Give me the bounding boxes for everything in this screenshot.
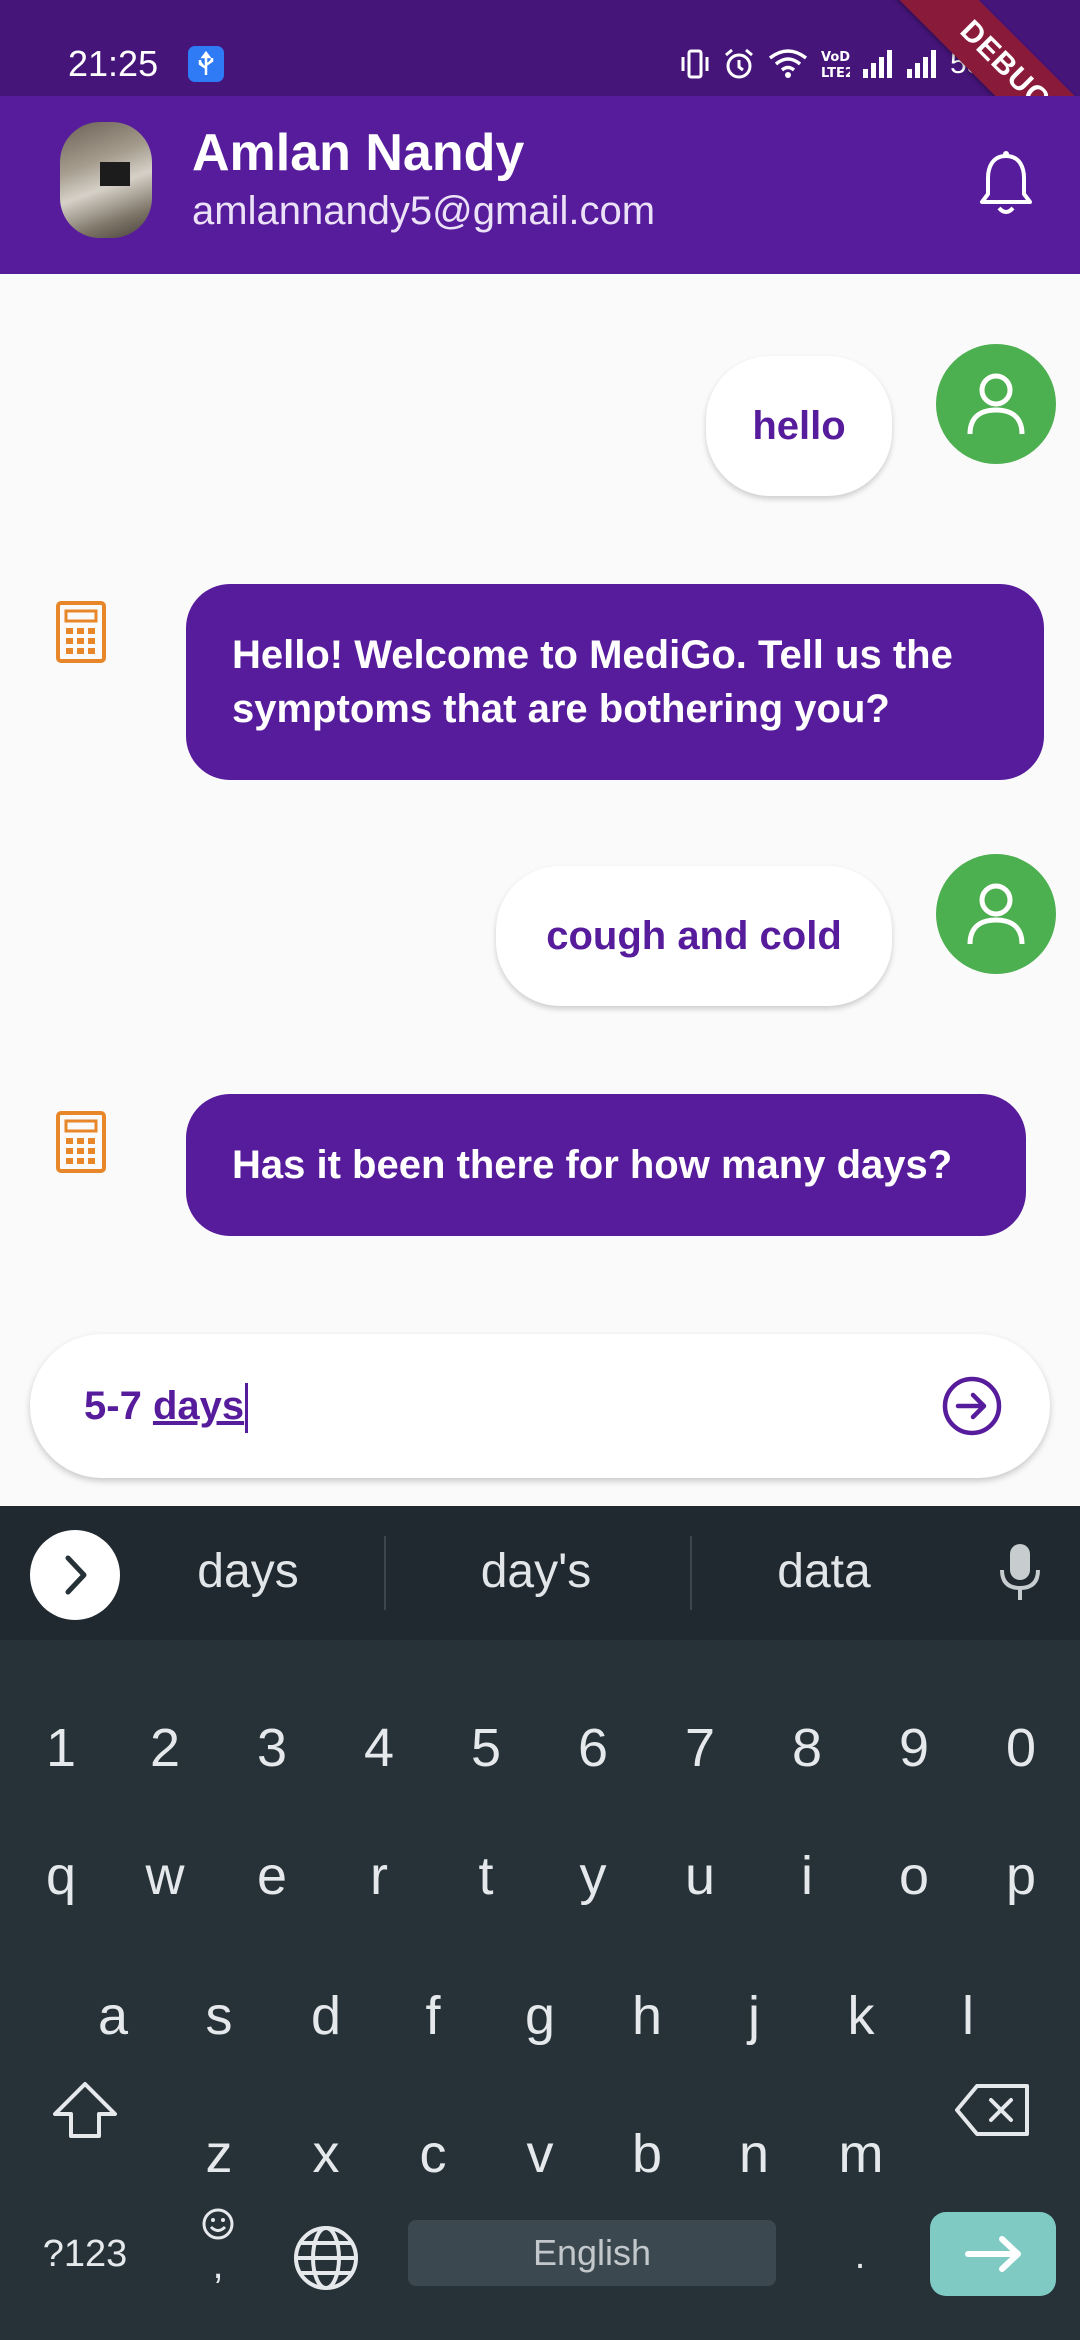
key-l[interactable]: l <box>925 1976 1011 2056</box>
arrow-right-circle-icon <box>942 1376 1002 1436</box>
key-4[interactable]: 4 <box>336 1708 422 1788</box>
user-avatar-icon <box>936 854 1056 974</box>
shift-key[interactable] <box>40 2070 130 2150</box>
backspace-icon <box>955 2084 1029 2136</box>
message-text: Has it been there for how many days? <box>232 1143 953 1187</box>
message-input[interactable]: 5-7 days <box>30 1334 1050 1478</box>
bot-message: Has it been there for how many days? <box>186 1094 1026 1236</box>
svg-text:LTE2: LTE2 <box>821 66 850 81</box>
input-text-prefix: 5-7 <box>84 1384 142 1428</box>
key-c[interactable]: c <box>390 2114 476 2194</box>
usb-icon <box>188 46 224 82</box>
calculator-icon <box>54 1110 108 1174</box>
shift-icon <box>53 2082 117 2138</box>
key-o[interactable]: o <box>871 1836 957 1916</box>
text-cursor <box>245 1383 249 1434</box>
key-k[interactable]: k <box>818 1976 904 2056</box>
suggestion-bar: days day's data <box>0 1506 1080 1640</box>
language-key[interactable] <box>290 2224 362 2310</box>
message-input-text[interactable]: 5-7 days <box>84 1378 249 1434</box>
key-8[interactable]: 8 <box>764 1708 850 1788</box>
key-b[interactable]: b <box>604 2114 690 2194</box>
suggestion-3[interactable]: data <box>724 1540 924 1604</box>
key-u[interactable]: u <box>657 1836 743 1916</box>
symbols-key[interactable]: ?123 <box>30 2224 140 2284</box>
space-key[interactable]: English <box>408 2220 776 2286</box>
key-n[interactable]: n <box>711 2114 797 2194</box>
signal-icon <box>862 49 894 79</box>
key-s[interactable]: s <box>176 1976 262 2056</box>
volte-icon: VoD LTE2 <box>820 47 850 81</box>
key-9[interactable]: 9 <box>871 1708 957 1788</box>
message-text: hello <box>752 404 846 448</box>
svg-text:VoD: VoD <box>821 50 850 65</box>
key-m[interactable]: m <box>818 2114 904 2194</box>
message-text: Hello! Welcome to MediGo. Tell us the sy… <box>232 633 953 731</box>
message-text: cough and cold <box>546 914 842 958</box>
expand-toolbar-button[interactable] <box>30 1530 120 1620</box>
period-key[interactable]: . <box>830 2226 890 2286</box>
status-time: 21:25 <box>68 43 159 84</box>
user-email: amlannandy5@gmail.com <box>192 189 656 233</box>
key-6[interactable]: 6 <box>550 1708 636 1788</box>
user-message: cough and cold <box>496 866 892 1006</box>
input-text-composing: days <box>152 1384 245 1428</box>
key-x[interactable]: x <box>283 2114 369 2194</box>
user-name: Amlan Nandy <box>192 124 525 182</box>
arrow-right-icon <box>965 2236 1021 2272</box>
key-0[interactable]: 0 <box>978 1708 1064 1788</box>
comma-key-label: , <box>212 2243 224 2287</box>
chevron-right-icon <box>65 1555 87 1595</box>
app-bar: Amlan Nandy amlannandy5@gmail.com <box>0 96 1080 274</box>
key-1[interactable]: 1 <box>18 1708 104 1788</box>
key-y[interactable]: y <box>550 1836 636 1916</box>
key-t[interactable]: t <box>443 1836 529 1916</box>
key-d[interactable]: d <box>283 1976 369 2056</box>
key-3[interactable]: 3 <box>229 1708 315 1788</box>
send-button[interactable] <box>940 1374 1004 1438</box>
globe-icon <box>294 2226 358 2290</box>
key-e[interactable]: e <box>229 1836 315 1916</box>
profile-avatar[interactable] <box>60 122 152 238</box>
suggestion-1[interactable]: days <box>150 1540 346 1604</box>
key-p[interactable]: p <box>978 1836 1064 1916</box>
suggestion-2[interactable]: day's <box>436 1540 636 1604</box>
key-5[interactable]: 5 <box>443 1708 529 1788</box>
key-h[interactable]: h <box>604 1976 690 2056</box>
key-7[interactable]: 7 <box>657 1708 743 1788</box>
user-message: hello <box>706 356 892 496</box>
bell-icon[interactable] <box>974 148 1038 220</box>
microphone-icon[interactable] <box>996 1542 1044 1609</box>
alarm-icon <box>722 47 756 81</box>
keyboard: days day's data 1 2 3 4 5 6 7 8 9 0 q w … <box>0 1506 1080 2340</box>
key-v[interactable]: v <box>497 2114 583 2194</box>
key-f[interactable]: f <box>390 1976 476 2056</box>
key-g[interactable]: g <box>497 1976 583 2056</box>
key-i[interactable]: i <box>764 1836 850 1916</box>
vibrate-icon <box>680 47 710 81</box>
key-q[interactable]: q <box>18 1836 104 1916</box>
wifi-icon <box>768 48 808 80</box>
emoji-icon <box>202 2208 234 2240</box>
backspace-key[interactable] <box>948 2070 1038 2150</box>
signal-icon <box>906 49 938 79</box>
enter-key[interactable] <box>930 2212 1056 2296</box>
emoji-key[interactable]: , <box>188 2206 248 2287</box>
key-r[interactable]: r <box>336 1836 422 1916</box>
key-j[interactable]: j <box>711 1976 797 2056</box>
calculator-icon <box>54 600 108 664</box>
key-w[interactable]: w <box>122 1836 208 1916</box>
key-z[interactable]: z <box>176 2114 262 2194</box>
bot-message: Hello! Welcome to MediGo. Tell us the sy… <box>186 584 1044 780</box>
key-a[interactable]: a <box>70 1976 156 2056</box>
key-2[interactable]: 2 <box>122 1708 208 1788</box>
user-avatar-icon <box>936 344 1056 464</box>
